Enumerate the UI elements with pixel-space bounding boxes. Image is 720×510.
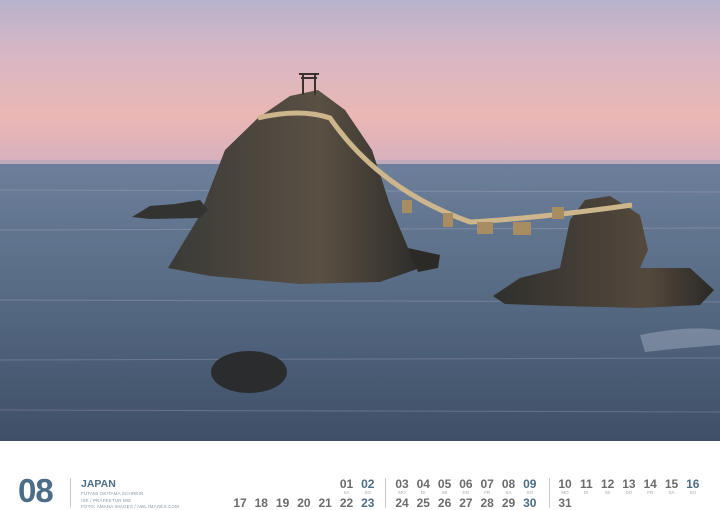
cover-photo <box>0 0 720 441</box>
country-title: JAPAN <box>81 478 116 490</box>
caption-location: FUTAMI OKITAMA SCHREIN <box>81 491 144 496</box>
caption-region: ISE / PRÄFEKTUR MIE <box>81 498 132 503</box>
calendar-page: 08 JAPAN FUTAMI OKITAMA SCHREIN ISE / PR… <box>0 0 720 510</box>
meoto-iwa-photo <box>0 0 720 441</box>
week-divider <box>549 478 550 508</box>
divider <box>70 478 71 507</box>
month-number: 08 <box>18 472 54 509</box>
caption-credit: FOTO: AMANA IMAGES / AWL IMAGES.COM <box>81 504 180 509</box>
week-divider <box>385 478 386 508</box>
